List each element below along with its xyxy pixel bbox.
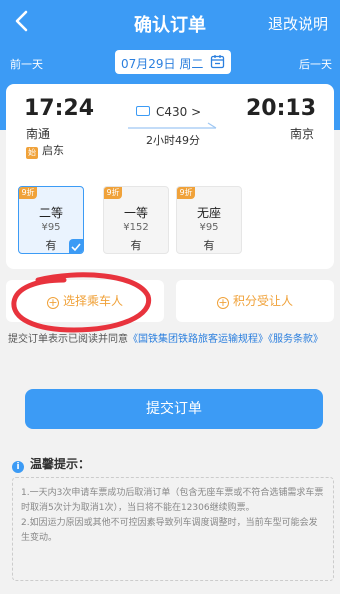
seat-availability: 有 — [203, 239, 215, 252]
terms-link[interactable]: 《服务条款》 — [268, 334, 323, 345]
date-bar: 前一天 07月29日 周二 后一天 — [0, 50, 340, 74]
seat-price: ¥95 — [199, 222, 219, 233]
calendar-icon — [210, 55, 225, 69]
seat-class: 无座 — [196, 206, 221, 220]
seat-price: ¥95 — [41, 222, 61, 233]
nav-bar: 确认订单 退改说明 — [0, 0, 340, 46]
tips-section: i 温馨提示： 1.一天内3次申请车票成功后取消订单（包含无座车票或不符合选铺需求… — [8, 449, 334, 581]
train-icon — [136, 106, 150, 116]
seat-options: 9折 二等 ¥95 有 9折 一等 ¥152 有 9折 无座 ¥95 有 — [18, 186, 334, 254]
origin-label: 启东 — [42, 144, 64, 157]
seat-option-no-seat[interactable]: 9折 无座 ¥95 有 — [176, 186, 242, 254]
train-number: C430 > — [156, 105, 202, 119]
tip-line-2: 2.如因运力原因或其他不可控因素导致列车调度调整时，当前车型可能会发生变动。 — [21, 518, 318, 543]
tips-title: i 温馨提示： — [12, 455, 90, 473]
red-circle-annotation — [11, 272, 152, 333]
departure-time: 17:24 — [24, 96, 95, 121]
tips-content: 1.一天内3次申请车票成功后取消订单（包含无座车票或不符合选铺需求车票时取消5次… — [12, 477, 334, 581]
origin-tag: 始 — [26, 147, 38, 159]
train-card: 17:24 南通 始启东 C430 > 2小时49分 20:13 南京 9折 二… — [6, 84, 334, 269]
seat-class: 一等 — [123, 206, 148, 220]
seat-class: 二等 — [38, 206, 63, 220]
check-icon — [69, 239, 83, 253]
arrow-icon — [128, 122, 217, 129]
discount-badge: 9折 — [19, 187, 37, 199]
prev-day-button[interactable]: 前一天 — [10, 56, 43, 72]
seat-availability: 有 — [130, 239, 142, 252]
submit-order-button[interactable]: 提交订单 — [25, 389, 323, 429]
discount-badge: 9折 — [177, 187, 195, 199]
refund-policy-link[interactable]: 退改说明 — [268, 13, 328, 34]
tips-title-label: 温馨提示： — [30, 457, 91, 471]
date-picker[interactable]: 07月29日 周二 — [115, 50, 231, 74]
info-icon: i — [12, 461, 24, 473]
origin-station: 始启东 — [26, 142, 64, 159]
points-transferee-button[interactable]: + 积分受让人 — [176, 280, 334, 322]
next-day-button[interactable]: 后一天 — [299, 56, 332, 72]
discount-badge: 9折 — [104, 187, 122, 199]
seat-price: ¥152 — [123, 222, 149, 233]
agreement-text: 提交订单表示已阅读并同意《国铁集团铁路旅客运输规程》《服务条款》 — [8, 331, 334, 349]
points-transferee-label: 积分受让人 — [232, 294, 293, 308]
rules-link[interactable]: 《国铁集团铁路旅客运输规程》 — [128, 334, 268, 345]
seat-option-first-class[interactable]: 9折 一等 ¥152 有 — [103, 186, 169, 254]
arrival-station: 南京 — [289, 127, 314, 141]
train-number-link[interactable]: C430 > — [136, 105, 201, 119]
date-label: 07月29日 周二 — [121, 57, 204, 71]
tip-line-1: 1.一天内3次申请车票成功后取消订单（包含无座车票或不符合选铺需求车票时取消5次… — [21, 488, 324, 513]
seat-option-second-class[interactable]: 9折 二等 ¥95 有 — [18, 186, 84, 254]
arrival-time: 20:13 — [245, 96, 316, 121]
departure-station: 南通 — [26, 127, 51, 141]
agreement-prefix: 提交订单表示已阅读并同意 — [8, 334, 128, 345]
duration: 2小时49分 — [146, 134, 200, 147]
plus-circle-icon: + — [216, 296, 229, 309]
